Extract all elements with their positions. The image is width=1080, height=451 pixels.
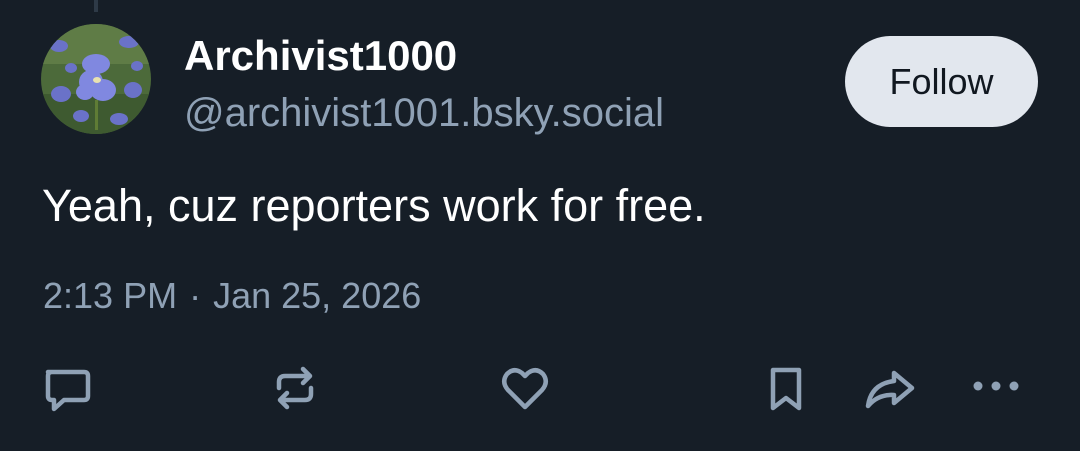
post-time: 2:13 PM	[43, 275, 178, 316]
more-options-button[interactable]	[968, 360, 1024, 416]
author-handle[interactable]: @archivist1001.bsky.social	[184, 88, 664, 138]
share-button[interactable]	[862, 360, 918, 416]
repost-button[interactable]	[267, 360, 323, 416]
more-dots-icon	[973, 381, 1019, 391]
like-button[interactable]	[497, 360, 553, 416]
author-display-name[interactable]: Archivist1000	[184, 30, 457, 82]
timestamp-separator: ·	[189, 275, 202, 316]
heart-icon	[502, 368, 548, 410]
thread-connector-line	[94, 0, 98, 12]
post-timestamp[interactable]: 2:13 PM · Jan 25, 2026	[43, 274, 421, 318]
reply-button[interactable]	[38, 360, 94, 416]
speech-bubble-icon	[45, 369, 91, 412]
post-text: Yeah, cuz reporters work for free.	[42, 180, 706, 231]
post-date: Jan 25, 2026	[213, 275, 422, 316]
iris-flowers-avatar-image	[41, 24, 151, 134]
follow-button[interactable]: Follow	[845, 36, 1038, 127]
share-arrow-icon	[865, 370, 915, 409]
bookmark-button[interactable]	[758, 360, 814, 416]
post-card: Archivist1000 @archivist1001.bsky.social…	[0, 0, 1080, 451]
repost-arrows-icon	[276, 366, 314, 410]
bookmark-icon	[770, 367, 802, 411]
avatar[interactable]	[41, 24, 151, 134]
